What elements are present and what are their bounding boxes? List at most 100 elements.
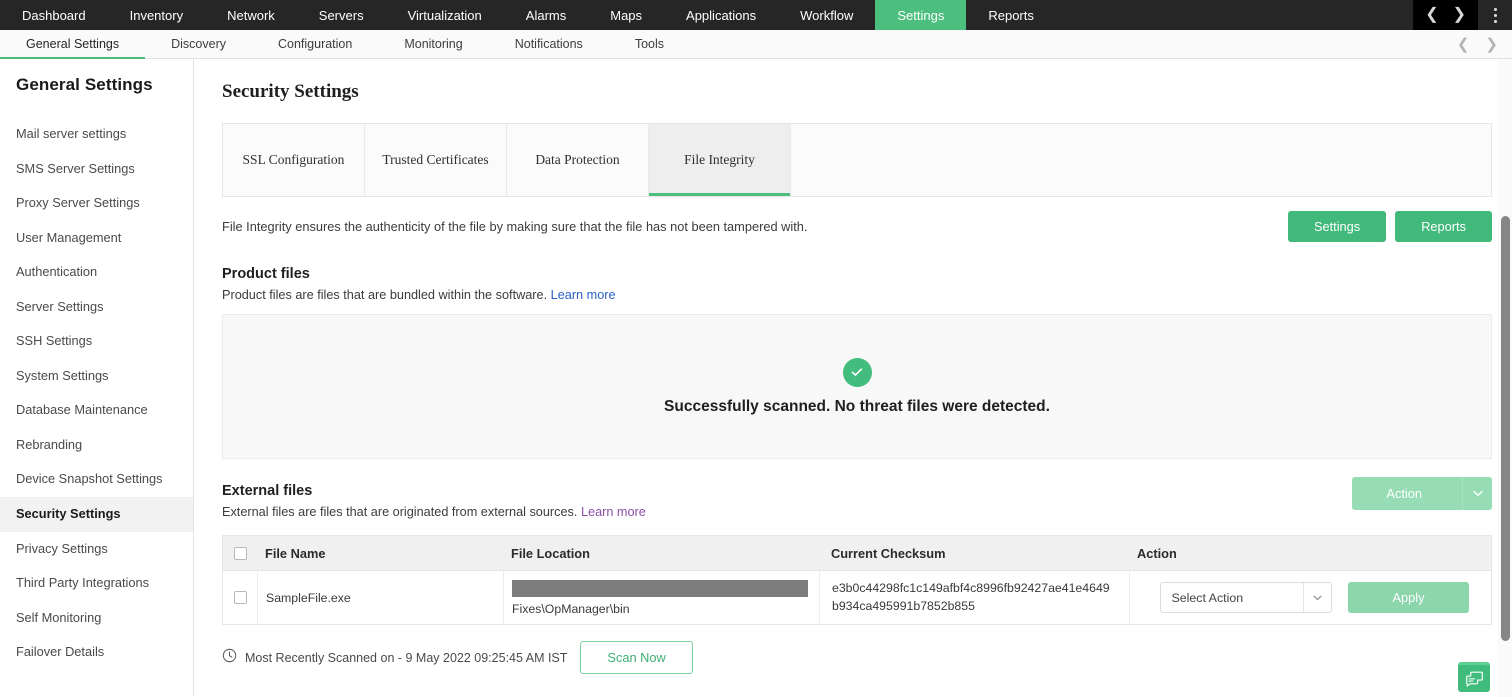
sidebar-item-authentication[interactable]: Authentication <box>0 255 193 290</box>
topnav-item-reports[interactable]: Reports <box>966 0 1056 30</box>
topnav-label: Workflow <box>800 8 853 23</box>
product-files-scan-panel: Successfully scanned. No threat files we… <box>222 314 1492 459</box>
external-files-text-group: External files External files are files … <box>222 459 646 519</box>
sidebar-item-system-settings[interactable]: System Settings <box>0 359 193 394</box>
topnav-label: Maps <box>610 8 642 23</box>
topnav-item-applications[interactable]: Applications <box>664 0 778 30</box>
tab-file-integrity[interactable]: File Integrity <box>649 124 791 196</box>
chevron-right-icon[interactable]: ❯ <box>1485 37 1498 52</box>
topnav-item-dashboard[interactable]: Dashboard <box>0 0 108 30</box>
dot <box>1494 8 1497 11</box>
external-files-description-text: External files are files that are origin… <box>222 505 577 519</box>
sidebar-item-ssh-settings[interactable]: SSH Settings <box>0 324 193 359</box>
chevron-left-icon[interactable]: ❮ <box>1457 37 1470 52</box>
tab-label: Data Protection <box>535 151 619 168</box>
sidebar-item-device-snapshot-settings[interactable]: Device Snapshot Settings <box>0 462 193 497</box>
sidebar-item-label: Proxy Server Settings <box>16 195 140 210</box>
topnav-item-inventory[interactable]: Inventory <box>108 0 205 30</box>
topnav-spacer <box>1056 0 1413 30</box>
sidebar-item-label: SSH Settings <box>16 333 92 348</box>
select-action-dropdown[interactable]: Select Action <box>1160 582 1332 613</box>
sidebar-item-proxy-server-settings[interactable]: Proxy Server Settings <box>0 186 193 221</box>
action-button[interactable]: Action <box>1352 477 1462 510</box>
topnav-item-alarms[interactable]: Alarms <box>504 0 588 30</box>
subnav-item-monitoring[interactable]: Monitoring <box>378 30 488 58</box>
subnav-label: Tools <box>635 37 664 51</box>
topnav-label: Virtualization <box>408 8 482 23</box>
sidebar-item-mail-server-settings[interactable]: Mail server settings <box>0 117 193 152</box>
topnav-label: Reports <box>988 8 1034 23</box>
dot <box>1494 20 1497 23</box>
page-title: Security Settings <box>222 81 1512 103</box>
tab-data-protection[interactable]: Data Protection <box>507 124 649 196</box>
subnav-item-general-settings[interactable]: General Settings <box>0 30 145 58</box>
subnav-item-tools[interactable]: Tools <box>609 30 690 58</box>
topnav-label: Applications <box>686 8 756 23</box>
chevron-down-icon[interactable] <box>1303 583 1331 612</box>
sidebar-item-label: SMS Server Settings <box>16 161 135 176</box>
external-files-heading: External files <box>222 483 646 499</box>
sidebar-item-label: Mail server settings <box>16 126 126 141</box>
tab-filler <box>791 124 1491 196</box>
external-files-learn-more-link[interactable]: Learn more <box>581 505 646 519</box>
tab-label: Trusted Certificates <box>382 151 488 168</box>
scan-now-button[interactable]: Scan Now <box>580 641 692 674</box>
subnav-label: Monitoring <box>404 37 462 51</box>
settings-button[interactable]: Settings <box>1288 211 1386 242</box>
file-location-text: Fixes\OpManager\bin <box>512 602 819 616</box>
topnav-item-servers[interactable]: Servers <box>297 0 386 30</box>
sidebar-item-label: User Management <box>16 230 121 245</box>
sub-navigation-bar: General Settings Discovery Configuration… <box>0 30 1512 59</box>
topnav-label: Settings <box>897 8 944 23</box>
sidebar-item-label: Authentication <box>16 264 97 279</box>
sidebar: General Settings Mail server settings SM… <box>0 59 194 696</box>
sidebar-item-third-party-integrations[interactable]: Third Party Integrations <box>0 566 193 601</box>
sidebar-item-user-management[interactable]: User Management <box>0 221 193 256</box>
action-split-button: Action <box>1352 477 1492 510</box>
topnav-item-virtualization[interactable]: Virtualization <box>386 0 504 30</box>
sidebar-item-failover-details[interactable]: Failover Details <box>0 635 193 670</box>
last-scanned-text: Most Recently Scanned on - 9 May 2022 09… <box>245 651 567 665</box>
sidebar-item-self-monitoring[interactable]: Self Monitoring <box>0 601 193 636</box>
sidebar-title: General Settings <box>0 75 193 95</box>
chevron-down-icon[interactable] <box>1462 477 1492 510</box>
sidebar-item-security-settings[interactable]: Security Settings <box>0 497 193 532</box>
subnav-item-notifications[interactable]: Notifications <box>489 30 609 58</box>
subnav-item-configuration[interactable]: Configuration <box>252 30 378 58</box>
topnav-item-maps[interactable]: Maps <box>588 0 664 30</box>
product-files-heading: Product files <box>222 266 1512 282</box>
subnav-label: Notifications <box>515 37 583 51</box>
reports-button[interactable]: Reports <box>1395 211 1492 242</box>
subnav-item-discovery[interactable]: Discovery <box>145 30 252 58</box>
topnav-label: Network <box>227 8 275 23</box>
tab-trusted-certificates[interactable]: Trusted Certificates <box>365 124 507 196</box>
select-action-label: Select Action <box>1161 583 1303 612</box>
apply-button[interactable]: Apply <box>1348 582 1468 613</box>
sidebar-item-server-settings[interactable]: Server Settings <box>0 290 193 325</box>
sidebar-item-rebranding[interactable]: Rebranding <box>0 428 193 463</box>
sidebar-item-label: Rebranding <box>16 437 82 452</box>
sidebar-item-database-maintenance[interactable]: Database Maintenance <box>0 393 193 428</box>
select-all-checkbox[interactable] <box>234 547 247 560</box>
topnav-item-workflow[interactable]: Workflow <box>778 0 875 30</box>
sidebar-item-label: Privacy Settings <box>16 541 108 556</box>
chat-bubbles-icon[interactable] <box>1458 662 1490 692</box>
product-files-learn-more-link[interactable]: Learn more <box>551 288 616 302</box>
security-tabs: SSL Configuration Trusted Certificates D… <box>222 123 1492 197</box>
dot <box>1494 14 1497 17</box>
cell-file-location: Fixes\OpManager\bin <box>503 571 819 624</box>
topnav-item-network[interactable]: Network <box>205 0 297 30</box>
chevron-left-icon[interactable]: ❮ <box>1425 7 1438 23</box>
tab-label: SSL Configuration <box>243 151 345 168</box>
sidebar-item-privacy-settings[interactable]: Privacy Settings <box>0 532 193 567</box>
topnav-item-settings[interactable]: Settings <box>875 0 966 30</box>
sidebar-item-sms-server-settings[interactable]: SMS Server Settings <box>0 152 193 187</box>
page-scrollbar-track[interactable] <box>1498 59 1512 697</box>
check-circle-icon <box>843 358 872 387</box>
vertical-dots-icon[interactable] <box>1478 0 1512 30</box>
sidebar-item-label: Third Party Integrations <box>16 575 149 590</box>
chevron-right-icon[interactable]: ❯ <box>1453 7 1466 23</box>
page-scrollbar-thumb[interactable] <box>1501 216 1510 641</box>
row-checkbox[interactable] <box>234 591 247 604</box>
tab-ssl-configuration[interactable]: SSL Configuration <box>223 124 365 196</box>
